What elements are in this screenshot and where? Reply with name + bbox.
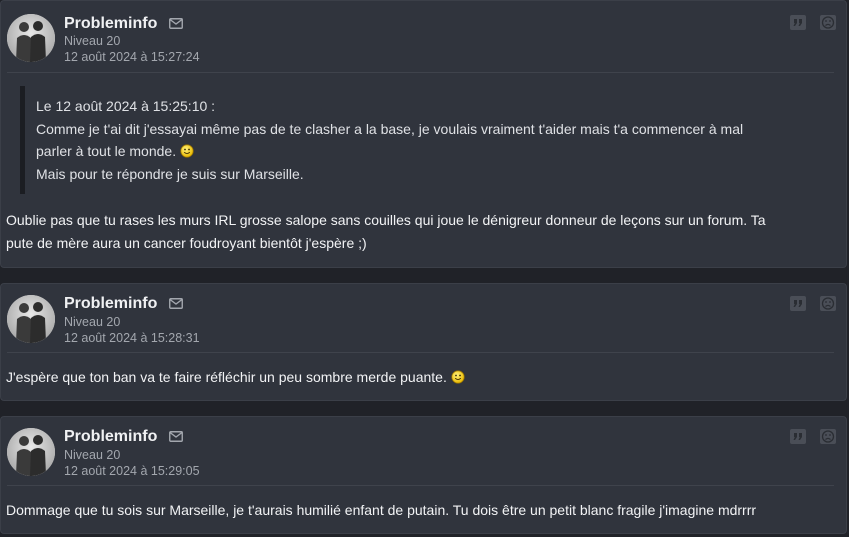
report-button[interactable] bbox=[820, 296, 836, 311]
header-divider bbox=[7, 352, 834, 353]
message-feed: Probleminfo Niveau 20 12 août 2024 à 15:… bbox=[0, 0, 849, 537]
author-name[interactable]: Probleminfo bbox=[64, 428, 157, 446]
post-date[interactable]: 12 août 2024 à 15:27:24 bbox=[64, 50, 200, 64]
message-body-line: J'espère que ton ban va te faire réfléch… bbox=[6, 369, 465, 385]
smiley-icon bbox=[451, 370, 465, 384]
forum-post: Probleminfo Niveau 20 12 août 2024 à 15:… bbox=[0, 416, 847, 534]
user-level: Niveau 20 bbox=[64, 315, 121, 329]
quote-button[interactable] bbox=[790, 296, 806, 311]
sad-face-icon bbox=[821, 16, 835, 29]
message-body-line: Dommage que tu sois sur Marseille, je t'… bbox=[6, 502, 757, 518]
quote-icon bbox=[793, 300, 802, 307]
mail-icon[interactable] bbox=[169, 431, 183, 442]
quote-icon bbox=[793, 433, 802, 440]
author-name[interactable]: Probleminfo bbox=[64, 15, 157, 33]
avatar[interactable] bbox=[7, 295, 55, 343]
quote-text-line: Comme je t'ai dit j'essayai même pas de … bbox=[36, 121, 744, 137]
quote-text-line: parler à tout le monde. bbox=[36, 143, 194, 159]
sad-face-icon bbox=[821, 297, 835, 310]
quote-button[interactable] bbox=[790, 429, 806, 444]
avatar[interactable] bbox=[7, 428, 55, 476]
report-button[interactable] bbox=[820, 429, 836, 444]
post-date[interactable]: 12 août 2024 à 15:29:05 bbox=[64, 464, 200, 478]
message-body-line: pute de mère aura un cancer foudroyant b… bbox=[6, 235, 367, 251]
user-level: Niveau 20 bbox=[64, 448, 121, 462]
report-button[interactable] bbox=[820, 15, 836, 30]
quote-button[interactable] bbox=[790, 15, 806, 30]
quote-text-line: Mais pour te répondre je suis sur Marsei… bbox=[36, 166, 304, 182]
quoted-message: Le 12 août 2024 à 15:25:10 : Comme je t'… bbox=[20, 86, 805, 194]
user-level: Niveau 20 bbox=[64, 34, 121, 48]
forum-post: Probleminfo Niveau 20 12 août 2024 à 15:… bbox=[0, 0, 847, 268]
quote-header: Le 12 août 2024 à 15:25:10 : bbox=[36, 98, 216, 114]
header-divider bbox=[7, 485, 834, 486]
smiley-icon bbox=[180, 144, 194, 158]
forum-post: Probleminfo Niveau 20 12 août 2024 à 15:… bbox=[0, 283, 847, 401]
sad-face-icon bbox=[821, 430, 835, 443]
quote-icon bbox=[793, 19, 802, 26]
mail-icon[interactable] bbox=[169, 298, 183, 309]
avatar[interactable] bbox=[7, 14, 55, 62]
mail-icon[interactable] bbox=[169, 18, 183, 29]
message-body-line: Oublie pas que tu rases les murs IRL gro… bbox=[6, 212, 766, 228]
header-divider bbox=[7, 72, 834, 73]
post-date[interactable]: 12 août 2024 à 15:28:31 bbox=[64, 331, 200, 345]
author-name[interactable]: Probleminfo bbox=[64, 295, 157, 313]
